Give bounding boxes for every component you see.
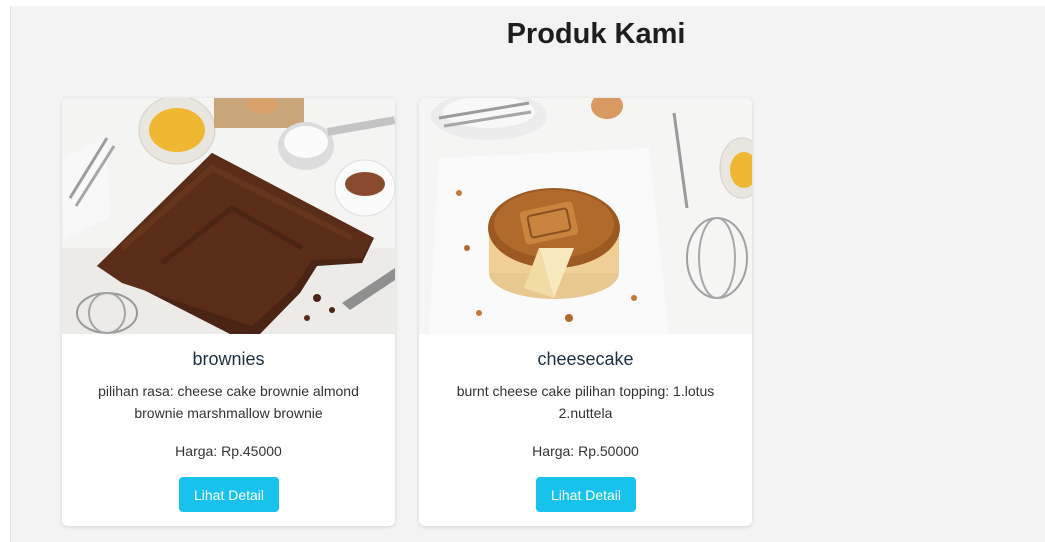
cheesecake-photo: [419, 98, 752, 334]
product-price: Harga: Rp.50000: [532, 443, 639, 459]
page-container: Produk Kami brownies pilihan rasa: chees…: [10, 6, 1045, 542]
product-card-cheesecake: cheesecake burnt cheese cake pilihan top…: [419, 98, 752, 526]
product-card-brownies: brownies pilihan rasa: cheese cake brown…: [62, 98, 395, 526]
view-detail-button[interactable]: Lihat Detail: [536, 477, 636, 512]
product-name: cheesecake: [537, 349, 634, 369]
page-title: Produk Kami: [506, 18, 686, 50]
brownies-photo: [62, 98, 395, 334]
product-name: brownies: [192, 349, 265, 369]
product-price: Harga: Rp.45000: [175, 443, 282, 459]
product-description: burnt cheese cake pilihan topping: 1.lot…: [456, 383, 715, 421]
view-detail-button[interactable]: Lihat Detail: [179, 477, 279, 512]
product-description: pilihan rasa: cheese cake brownie almond…: [98, 383, 359, 421]
